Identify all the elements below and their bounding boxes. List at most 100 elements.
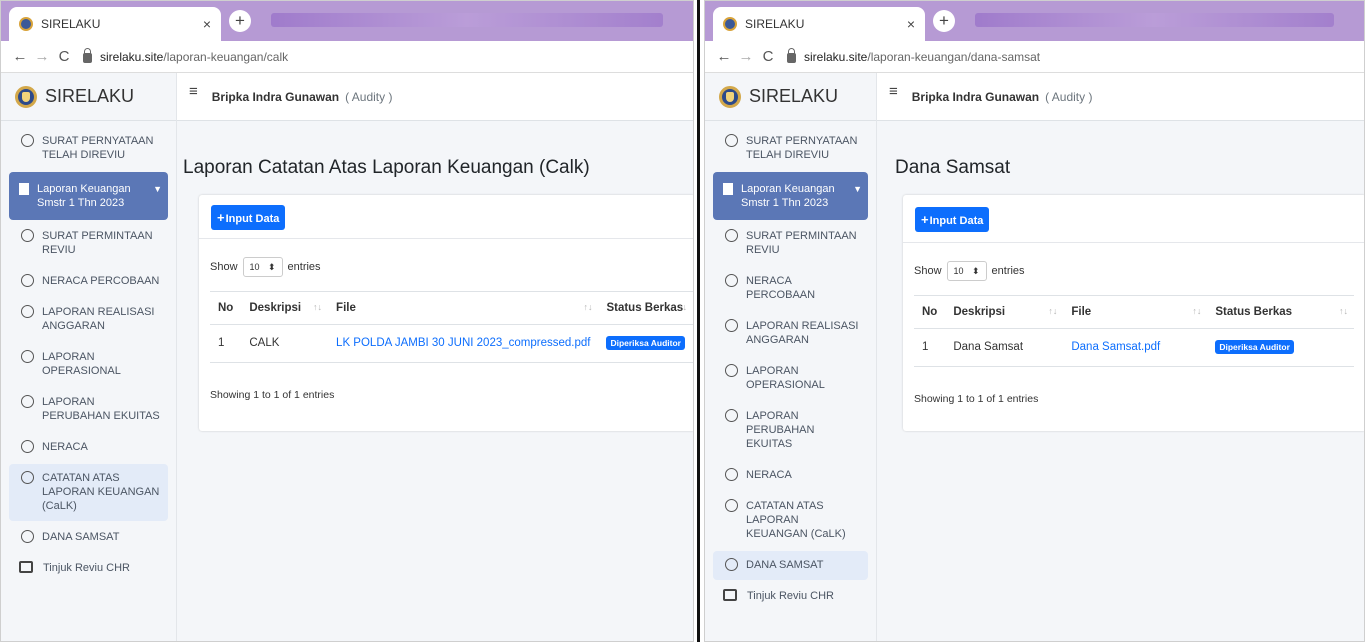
status-badge: Diperiksa Auditor	[606, 336, 685, 350]
col-no[interactable]: No	[914, 295, 946, 329]
sidebar-item-label: LAPORAN REALISASI ANGGARAN	[42, 306, 155, 332]
table-row: 1 Dana Samsat Dana Samsat.pdf Diperiksa …	[914, 328, 1354, 367]
circle-icon	[21, 134, 34, 147]
forward-icon[interactable]: →	[31, 48, 53, 65]
new-tab-button[interactable]: +	[933, 10, 955, 32]
sidebar-item[interactable]: DANA SAMSAT	[713, 551, 868, 580]
blurred-tabs	[271, 13, 663, 27]
input-data-button[interactable]: +Input Data	[915, 207, 990, 232]
sidebar-item[interactable]: LAPORAN REALISASI ANGGARAN	[9, 298, 168, 341]
sort-icon: ↑↓	[678, 302, 687, 312]
circle-icon	[725, 229, 738, 242]
user-name: Bripka Indra Gunawan	[911, 89, 1040, 104]
sidebar-item[interactable]: LAPORAN OPERASIONAL	[9, 343, 168, 386]
circle-icon	[21, 530, 34, 543]
sidebar-item-label: LAPORAN REALISASI ANGGARAN	[746, 320, 859, 346]
col-no[interactable]: No	[210, 291, 242, 325]
circle-icon	[725, 468, 738, 481]
lock-icon	[787, 47, 796, 63]
data-card: +Input Data Show 10 ⬍ entries No Deskrips…	[199, 195, 693, 431]
table-header-row: No Deskripsi ↑↓ File ↑↓ Status Berkas ↑↓	[210, 291, 693, 325]
sidebar-item[interactable]: Tinjuk Reviu CHR	[713, 582, 868, 611]
col-deskripsi[interactable]: Deskripsi ↑↓	[945, 295, 1064, 329]
col-deskripsi[interactable]: Deskripsi ↑↓	[241, 291, 329, 325]
sidebar-item[interactable]: SURAT PERMINTAAN REVIU	[713, 222, 868, 265]
back-icon[interactable]: ←	[9, 48, 31, 65]
table-row: 1 CALK LK POLDA JAMBI 30 JUNI 2023_compr…	[210, 324, 693, 363]
plus-icon: +	[921, 212, 929, 227]
entries-select[interactable]: 10 ⬍	[946, 261, 987, 281]
sidebar-item[interactable]: LAPORAN PERUBAHAN EKUITAS	[9, 388, 168, 431]
hamburger-icon[interactable]: ≡	[889, 83, 898, 100]
sidebar-item-label: Tinjuk Reviu CHR	[43, 562, 131, 574]
sidebar-item[interactable]: NERACA PERCOBAAN	[713, 267, 868, 310]
sidebar-item[interactable]: SURAT PERNYATAAN TELAH DIREVIU	[9, 127, 168, 170]
sidebar-item-label: SURAT PERMINTAAN REVIU	[746, 230, 857, 256]
brand[interactable]: SIRELAKU	[1, 73, 176, 121]
lock-icon	[83, 47, 92, 63]
cell-no: 1	[210, 324, 242, 363]
close-tab-icon[interactable]: ×	[203, 16, 211, 32]
sidebar-item-label: LAPORAN OPERASIONAL	[42, 351, 121, 377]
sidebar-item[interactable]: NERACA PERCOBAAN	[9, 267, 168, 296]
col-status[interactable]: Status Berkas ↑↓	[598, 291, 693, 325]
sidebar-item[interactable]: DANA SAMSAT	[9, 523, 168, 552]
reload-icon[interactable]: C	[757, 48, 779, 65]
tab-title: SIRELAKU	[745, 17, 805, 31]
sidebar-item[interactable]: Tinjuk Reviu CHR	[9, 554, 168, 583]
url-field[interactable]: sirelaku.site/laporan-keuangan/dana-sams…	[787, 47, 1040, 64]
briefcase-icon	[19, 561, 33, 573]
new-tab-button[interactable]: +	[229, 10, 251, 32]
sidebar-item-label: SURAT PERNYATAAN TELAH DIREVIU	[42, 135, 154, 161]
sidebar-item[interactable]: LAPORAN PERUBAHAN EKUITAS	[713, 402, 868, 459]
sirelaku-logo-icon	[719, 85, 741, 108]
col-file[interactable]: File ↑↓	[1063, 295, 1208, 329]
browser-tab[interactable]: SIRELAKU ×	[9, 7, 221, 41]
sidebar-item[interactable]: NERACA	[713, 461, 868, 490]
col-file[interactable]: File ↑↓	[328, 291, 599, 325]
sidebar-item[interactable]: CATATAN ATAS LAPORAN KEUANGAN (CaLK)	[9, 464, 168, 521]
back-icon[interactable]: ←	[713, 48, 735, 65]
sidebar-item[interactable]: SURAT PERNYATAAN TELAH DIREVIU	[713, 127, 868, 170]
col-file-label: File	[1071, 306, 1092, 318]
show-label: Show	[914, 265, 942, 277]
url-field[interactable]: sirelaku.site/laporan-keuangan/calk	[83, 47, 288, 64]
input-data-button[interactable]: +Input Data	[211, 205, 286, 230]
close-tab-icon[interactable]: ×	[907, 16, 915, 32]
sidebar-item[interactable]: CATATAN ATAS LAPORAN KEUANGAN (CaLK)	[713, 492, 868, 549]
forward-icon[interactable]: →	[735, 48, 757, 65]
sidebar-item[interactable]: NERACA	[9, 433, 168, 462]
sirelaku-favicon-icon	[19, 17, 33, 31]
cell-deskripsi: Dana Samsat	[945, 328, 1064, 367]
sidebar-item-label: Laporan Keuangan Smstr 1 Thn 2023	[741, 183, 835, 209]
sidebar-item[interactable]: Laporan Keuangan Smstr 1 Thn 2023 ▼	[713, 172, 868, 220]
data-table: No Deskripsi ↑↓ File ↑↓ Status Berkas ↑↓ 1 …	[914, 295, 1354, 367]
sort-icon: ↑↓	[313, 302, 323, 312]
circle-icon	[21, 274, 34, 287]
sort-icon: ↑↓	[1339, 306, 1348, 316]
sidebar: SIRELAKU SURAT PERNYATAAN TELAH DIREVIU L…	[1, 73, 177, 641]
sidebar-item[interactable]: Laporan Keuangan Smstr 1 Thn 2023 ▼	[9, 172, 168, 220]
table-header-row: No Deskripsi ↑↓ File ↑↓ Status Berkas ↑↓	[914, 295, 1354, 329]
hamburger-icon[interactable]: ≡	[189, 83, 198, 100]
data-table: No Deskripsi ↑↓ File ↑↓ Status Berkas ↑↓ 1 …	[210, 291, 693, 363]
reload-icon[interactable]: C	[53, 48, 75, 65]
sidebar-item[interactable]: SURAT PERMINTAAN REVIU	[9, 222, 168, 265]
circle-icon	[725, 134, 738, 147]
entries-select[interactable]: 10 ⬍	[242, 257, 283, 277]
circle-icon	[21, 395, 34, 408]
entries-label: entries	[991, 265, 1025, 277]
col-status[interactable]: Status Berkas ↑↓	[1207, 295, 1354, 329]
file-link[interactable]: LK POLDA JAMBI 30 JUNI 2023_compressed.p…	[336, 337, 590, 349]
entries-length: Show 10 ⬍ entries	[914, 261, 1025, 281]
sidebar: SIRELAKU SURAT PERNYATAAN TELAH DIREVIU L…	[705, 73, 877, 641]
brand-name: SIRELAKU	[749, 86, 839, 106]
browser-tab[interactable]: SIRELAKU ×	[713, 7, 925, 41]
sidebar-item[interactable]: LAPORAN OPERASIONAL	[713, 357, 868, 400]
sidebar-item-label: DANA SAMSAT	[42, 531, 120, 543]
cell-no: 1	[914, 328, 946, 367]
sidebar-item[interactable]: LAPORAN REALISASI ANGGARAN	[713, 312, 868, 355]
brand[interactable]: SIRELAKU	[705, 73, 876, 121]
split-gap	[702, 0, 703, 642]
file-link[interactable]: Dana Samsat.pdf	[1071, 341, 1160, 353]
